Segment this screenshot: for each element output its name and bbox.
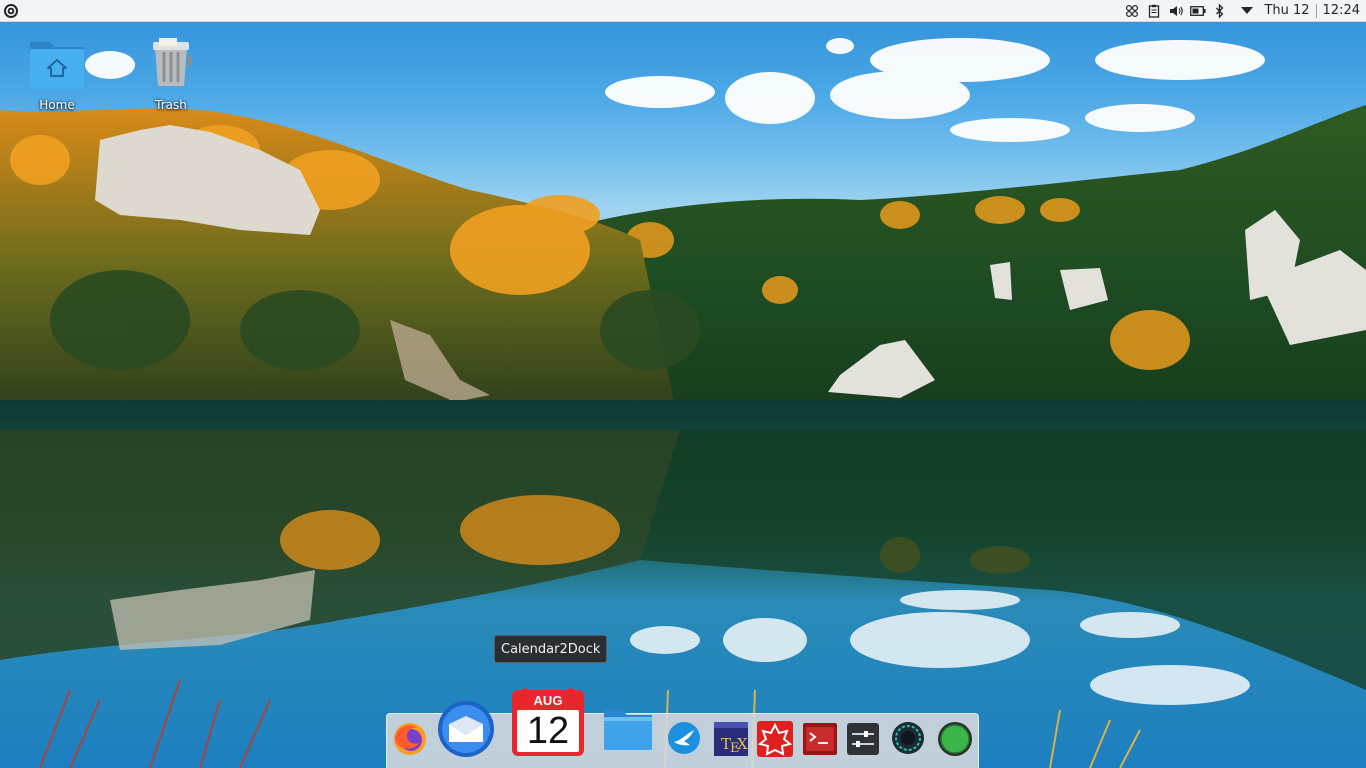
- bluetooth-icon[interactable]: [1212, 3, 1228, 19]
- monitor-dial-icon: [892, 722, 924, 754]
- desktop-icon-trash[interactable]: Trash: [136, 34, 206, 112]
- wolfram-icon: [757, 721, 793, 757]
- calendar-day: 12: [526, 710, 570, 752]
- dock-item-system-settings[interactable]: [846, 722, 880, 760]
- desktop-icon-label: Trash: [155, 98, 187, 112]
- expand-tray-icon[interactable]: [1239, 3, 1255, 19]
- desktop-icon-home[interactable]: Home: [22, 34, 92, 112]
- dock-item-texstudio[interactable]: T E X: [713, 721, 749, 761]
- clock-date[interactable]: Thu 12: [1258, 0, 1315, 22]
- thunderbird-icon: [438, 701, 494, 757]
- tex-icon: T E X: [714, 722, 748, 756]
- settings-sliders-icon: [847, 723, 879, 755]
- trash-icon: [153, 38, 192, 86]
- top-panel: Thu 12 12:24: [0, 0, 1366, 22]
- dock-item-system-monitor[interactable]: [890, 720, 926, 760]
- dock-tooltip: Calendar2Dock: [494, 635, 608, 663]
- system-tray: Thu 12 12:24: [1121, 0, 1366, 22]
- home-folder-icon: [30, 42, 84, 89]
- svg-text:X: X: [737, 735, 748, 753]
- clipboard-icon[interactable]: [1146, 3, 1162, 19]
- firefox-icon: [394, 723, 426, 755]
- dock-item-wolfram[interactable]: [756, 720, 794, 762]
- application-launcher[interactable]: [3, 3, 19, 19]
- volume-icon[interactable]: [1168, 3, 1184, 19]
- kde-logo-icon: [4, 4, 18, 18]
- dock-item-terminal[interactable]: [802, 722, 838, 760]
- dock-item-firefox[interactable]: [391, 720, 429, 762]
- calendar-month: AUG: [533, 693, 563, 708]
- network-icon[interactable]: [1124, 3, 1140, 19]
- swift-bird-icon: [668, 722, 700, 754]
- dock-item-files[interactable]: [602, 706, 654, 756]
- dock-item-thunderbird[interactable]: [435, 698, 497, 764]
- dock-item-status[interactable]: [936, 720, 974, 762]
- dock-item-kdeconnect[interactable]: [666, 720, 702, 760]
- battery-icon[interactable]: [1190, 3, 1207, 19]
- desktop-wallpaper: [0, 0, 1366, 768]
- dock-item-calendar2dock[interactable]: AUG 12: [510, 686, 586, 762]
- folder-icon: [604, 710, 652, 750]
- desktop-icon-label: Home: [39, 98, 75, 112]
- green-circle-icon: [938, 722, 972, 756]
- terminal-icon: [803, 723, 837, 755]
- clock-time[interactable]: 12:24: [1317, 0, 1366, 22]
